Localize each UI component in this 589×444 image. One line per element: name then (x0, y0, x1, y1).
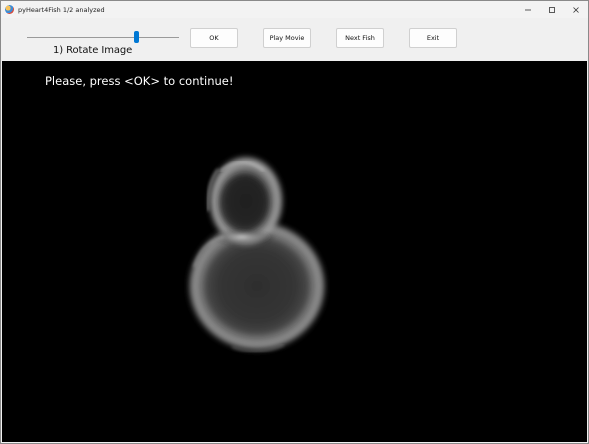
title-bar[interactable]: pyHeart4Fish 1/2 analyzed (1, 1, 588, 18)
minimize-button[interactable] (516, 1, 540, 18)
window-title: pyHeart4Fish 1/2 analyzed (18, 5, 105, 14)
rotate-slider-label: 1) Rotate Image (53, 45, 133, 56)
next-fish-button[interactable]: Next Fish (336, 28, 384, 48)
heart-image (187, 155, 327, 353)
ok-button[interactable]: OK (190, 28, 238, 48)
maximize-icon (549, 6, 555, 13)
caption-buttons (516, 1, 588, 18)
image-canvas[interactable]: Please, press <OK> to continue! (2, 61, 587, 442)
minimize-icon (525, 9, 531, 10)
instruction-text: Please, press <OK> to continue! (45, 74, 234, 88)
toolbar: 1) Rotate Image OK Play Movie Next Fish … (1, 18, 588, 61)
maximize-button[interactable] (540, 1, 564, 18)
rotate-slider-thumb[interactable] (133, 31, 139, 43)
exit-button[interactable]: Exit (409, 28, 457, 48)
app-window: pyHeart4Fish 1/2 analyzed 1) Rotate Imag… (0, 0, 589, 444)
close-icon (573, 6, 579, 13)
play-movie-button[interactable]: Play Movie (263, 28, 311, 48)
app-logo-icon (5, 5, 14, 14)
rotate-slider-track[interactable] (27, 37, 179, 38)
close-button[interactable] (564, 1, 588, 18)
